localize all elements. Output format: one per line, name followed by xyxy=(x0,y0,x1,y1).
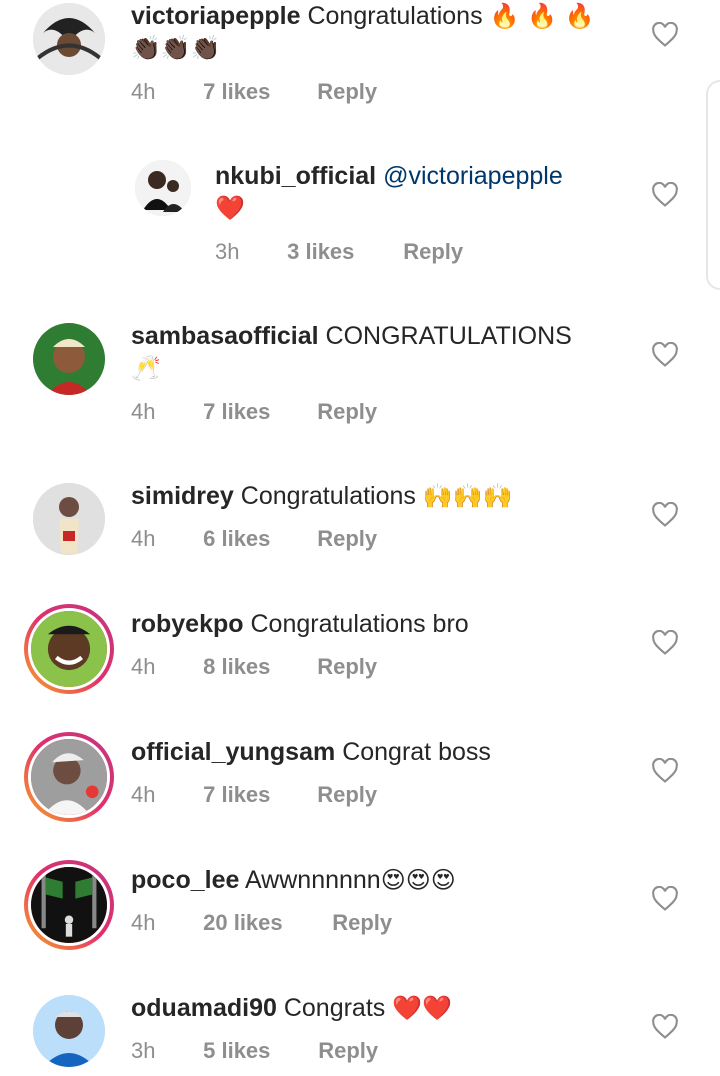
like-button[interactable] xyxy=(651,1013,679,1040)
username[interactable]: robyekpo xyxy=(131,610,244,638)
like-button[interactable] xyxy=(651,885,679,912)
heart-outline-icon xyxy=(652,181,678,207)
clap-emoji: 👏🏿👏🏿👏🏿 xyxy=(131,34,221,62)
comment-text: nkubi_official @victoriapepple xyxy=(215,160,563,192)
heart-outline-icon xyxy=(652,629,678,655)
comment-text: poco_lee Awwnnnnnn😍😍😍 xyxy=(131,864,456,896)
username[interactable]: poco_lee xyxy=(131,866,239,894)
mention-link[interactable]: @victoriapepple xyxy=(383,162,563,190)
username[interactable]: simidrey xyxy=(131,482,234,510)
heart-eyes-emoji: 😍😍😍 xyxy=(380,866,456,894)
comment-body: Congrats xyxy=(283,994,393,1022)
comment-meta: 4h 6 likes Reply xyxy=(131,525,377,553)
comment-text: official_yungsam Congrat boss xyxy=(131,736,491,768)
timestamp: 4h xyxy=(131,79,156,104)
avatar[interactable] xyxy=(33,3,105,75)
like-button[interactable] xyxy=(651,757,679,784)
reply-button[interactable]: Reply xyxy=(317,78,377,106)
reply-button[interactable]: Reply xyxy=(318,1037,378,1065)
like-button[interactable] xyxy=(651,341,679,368)
likes-count[interactable]: 20 likes xyxy=(203,909,326,937)
likes-count[interactable]: 8 likes xyxy=(203,653,311,681)
avatar-story-ring[interactable] xyxy=(24,732,114,822)
reply-button[interactable]: Reply xyxy=(317,398,377,426)
reply-button[interactable]: Reply xyxy=(317,781,377,809)
comment-text: robyekpo Congratulations bro xyxy=(131,608,469,640)
timestamp: 4h xyxy=(131,399,156,424)
timestamp: 3h xyxy=(131,1038,156,1063)
comment-item: oduamadi90 Congrats ❤️❤️ 3h 5 likes Repl… xyxy=(0,992,720,1076)
comment-meta: 4h 20 likes Reply xyxy=(131,909,392,937)
avatar-story-ring[interactable] xyxy=(24,604,114,694)
comment-meta: 3h 3 likes Reply xyxy=(215,238,463,266)
heart-outline-icon xyxy=(652,885,678,911)
reply-button[interactable]: Reply xyxy=(332,909,392,937)
avatar[interactable] xyxy=(33,995,105,1067)
side-panel-edge[interactable] xyxy=(706,80,720,290)
reply-button[interactable]: Reply xyxy=(317,653,377,681)
likes-count[interactable]: 7 likes xyxy=(203,398,311,426)
like-button[interactable] xyxy=(651,629,679,656)
username[interactable]: sambasaofficial xyxy=(131,322,319,350)
likes-count[interactable]: 7 likes xyxy=(203,78,311,106)
likes-count[interactable]: 7 likes xyxy=(203,781,311,809)
glasses-emoji: 🥂 xyxy=(131,354,161,382)
comment-text: simidrey Congratulations 🙌🙌🙌 xyxy=(131,480,513,512)
like-button[interactable] xyxy=(651,501,679,528)
comment-body: Congratulations xyxy=(307,2,490,30)
username[interactable]: victoriapepple xyxy=(131,2,301,30)
comment-item: victoriapepple Congratulations 🔥 🔥 🔥 👏🏿👏… xyxy=(0,0,720,160)
comment-item: simidrey Congratulations 🙌🙌🙌 4h 6 likes … xyxy=(0,480,720,608)
avatar[interactable] xyxy=(33,483,105,555)
raised-hands-emoji: 🙌🙌🙌 xyxy=(422,482,513,510)
reply-button[interactable]: Reply xyxy=(317,525,377,553)
comment-body: Awwnnnnnn xyxy=(244,866,381,894)
username[interactable]: nkubi_official xyxy=(215,162,376,190)
heart-outline-icon xyxy=(652,21,678,47)
username[interactable]: oduamadi90 xyxy=(131,994,277,1022)
fire-emoji: 🔥 🔥 🔥 xyxy=(489,2,595,30)
like-button[interactable] xyxy=(651,21,679,48)
comment-item: poco_lee Awwnnnnnn😍😍😍 4h 20 likes Reply xyxy=(0,860,720,992)
avatar-story-ring[interactable] xyxy=(24,860,114,950)
reply-button[interactable]: Reply xyxy=(403,238,463,266)
comment-body: Congratulations bro xyxy=(250,610,469,638)
avatar[interactable] xyxy=(135,160,191,216)
comment-meta: 4h 8 likes Reply xyxy=(131,653,377,681)
comment-item: sambasaofficial CONGRATULATIONS 🥂 4h 7 l… xyxy=(0,320,720,480)
reply-comment-item: nkubi_official @victoriapepple ❤️ 3h 3 l… xyxy=(0,160,720,320)
timestamp: 4h xyxy=(131,654,156,679)
comment-meta: 3h 5 likes Reply xyxy=(131,1037,378,1065)
likes-count[interactable]: 3 likes xyxy=(287,238,397,266)
likes-count[interactable]: 5 likes xyxy=(203,1037,312,1065)
comment-body: Congratulations xyxy=(240,482,423,510)
comment-meta: 4h 7 likes Reply xyxy=(131,398,377,426)
username[interactable]: official_yungsam xyxy=(131,738,335,766)
heart-outline-icon xyxy=(652,501,678,527)
comment-text: sambasaofficial CONGRATULATIONS xyxy=(131,320,572,352)
timestamp: 4h xyxy=(131,526,156,551)
heart-emoji: ❤️❤️ xyxy=(392,994,452,1022)
timestamp: 4h xyxy=(131,910,156,935)
comments-list: victoriapepple Congratulations 🔥 🔥 🔥 👏🏿👏… xyxy=(0,0,720,1076)
heart-outline-icon xyxy=(652,1013,678,1039)
heart-outline-icon xyxy=(652,341,678,367)
heart-outline-icon xyxy=(652,757,678,783)
like-button[interactable] xyxy=(651,181,679,208)
comment-text: oduamadi90 Congrats ❤️❤️ xyxy=(131,992,452,1024)
comment-text: victoriapepple Congratulations 🔥 🔥 🔥 xyxy=(131,0,594,32)
avatar[interactable] xyxy=(33,323,105,395)
timestamp: 4h xyxy=(131,782,156,807)
comment-item: official_yungsam Congrat boss 4h 7 likes… xyxy=(0,732,720,864)
comment-meta: 4h 7 likes Reply xyxy=(131,781,377,809)
heart-emoji: ❤️ xyxy=(215,194,245,222)
comment-item: robyekpo Congratulations bro 4h 8 likes … xyxy=(0,604,720,736)
comment-body: Congrat boss xyxy=(342,738,491,766)
timestamp: 3h xyxy=(215,239,240,264)
likes-count[interactable]: 6 likes xyxy=(203,525,311,553)
comment-meta: 4h 7 likes Reply xyxy=(131,78,377,106)
comment-body: CONGRATULATIONS xyxy=(325,322,572,350)
